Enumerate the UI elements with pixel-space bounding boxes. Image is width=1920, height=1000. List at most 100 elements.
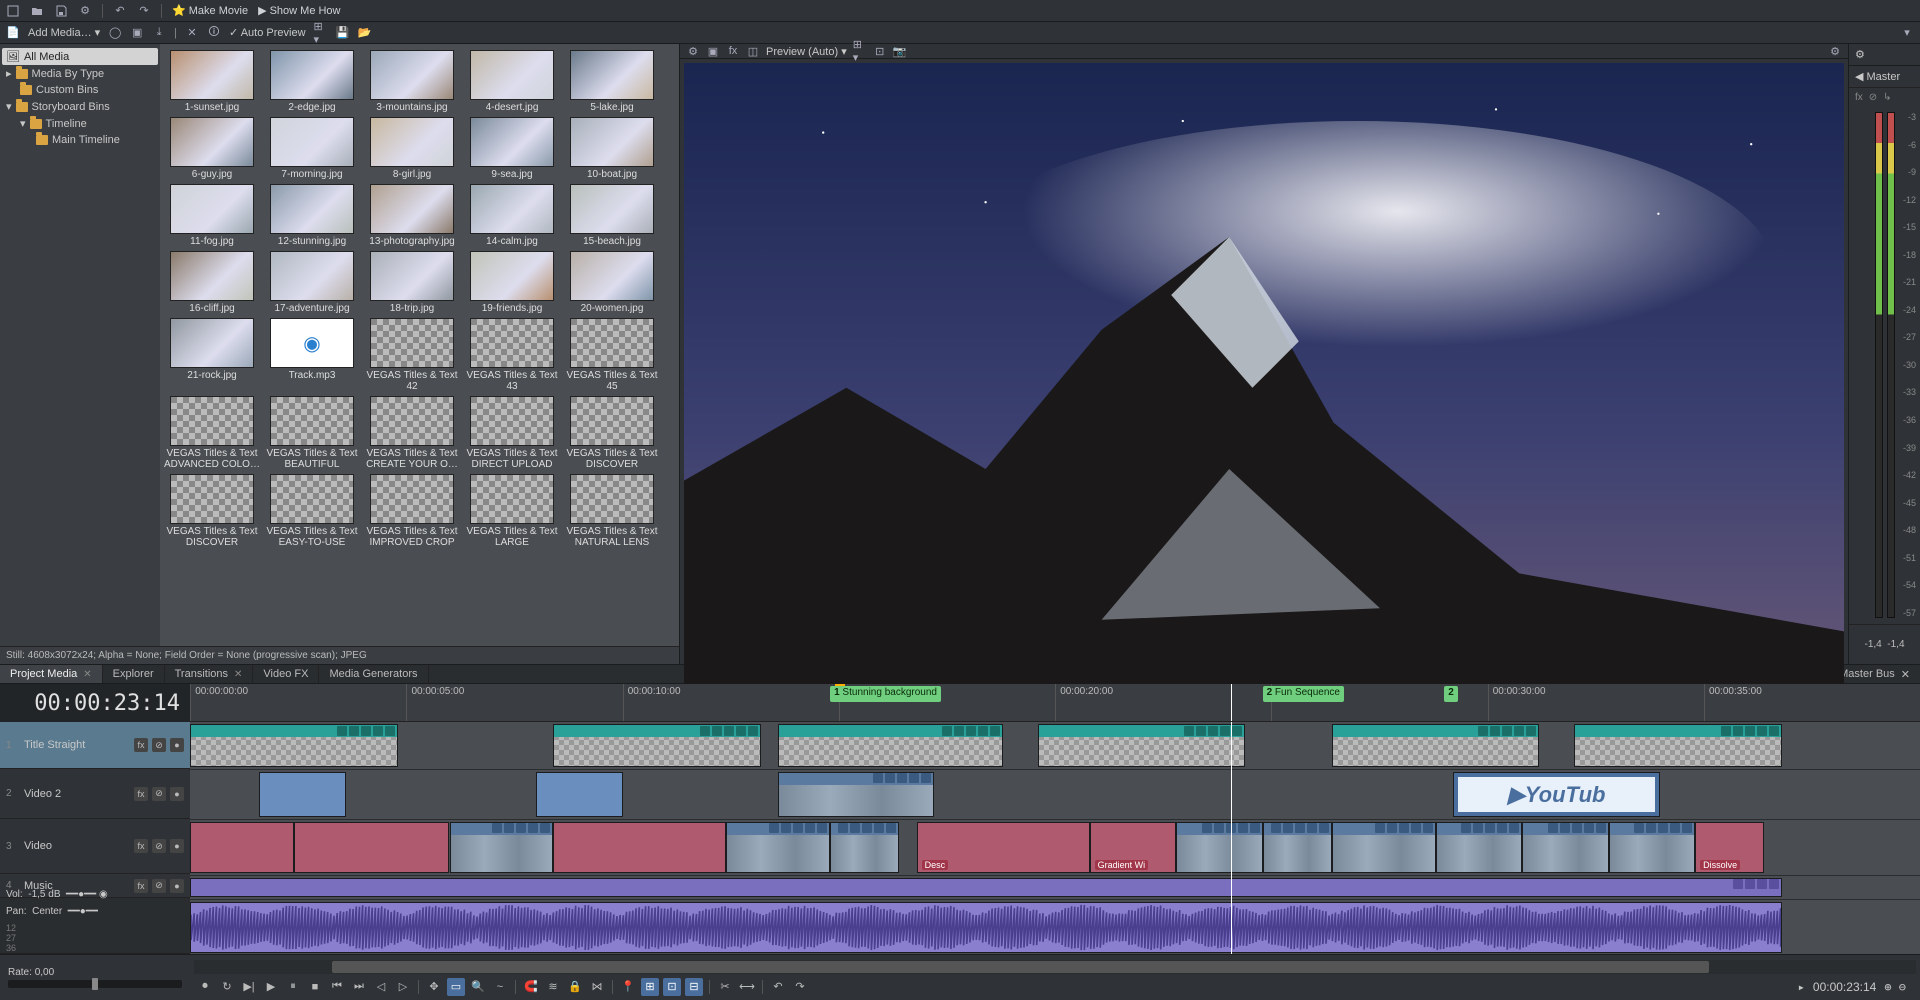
timeline-clip[interactable] [1176,822,1263,873]
media-thumbnail[interactable]: 2-edge.jpg [264,50,360,113]
capture-dv-icon[interactable]: ▣ [130,26,144,40]
track-fx-icon[interactable]: fx [134,787,148,801]
track-header-title[interactable]: 1Title Straight fx⊘● [0,722,190,769]
master-fx-icon[interactable]: fx [1855,92,1863,103]
master-meter[interactable]: -3-6-9-12-15-18-21-24-27-30-33-36-39-42-… [1849,106,1920,624]
loop-icon[interactable]: ↻ [218,978,236,996]
tree-all-media[interactable]: 🖼 All Media [2,48,158,65]
timeline-clip[interactable] [190,822,294,873]
timeline-clip[interactable] [450,822,554,873]
tree-main-timeline[interactable]: Main Timeline [2,132,158,148]
preview-quality-dropdown[interactable]: Preview (Auto) ▾ [766,45,847,58]
media-thumbnail[interactable]: 19-friends.jpg [464,251,560,314]
preview-external-icon[interactable]: ▣ [706,44,720,58]
tab-media-generators[interactable]: Media Generators [319,665,428,683]
timeline-clip[interactable]: ▶YouTub [1453,772,1661,817]
playhead[interactable] [1231,722,1232,954]
add-media-button[interactable]: Add Media… ▾ [28,26,100,39]
track-header-volpan[interactable]: Vol: -1,5 dB ━━●━━ ◉ Pan: Center ━━●━━ 1… [0,898,190,954]
tab-project-media[interactable]: Project Media✕ [0,665,103,683]
media-thumbnail[interactable]: 4-desert.jpg [464,50,560,113]
save-icon[interactable] [54,4,68,18]
show-me-how-button[interactable]: ▶ Show Me How [258,4,340,17]
snap-grid-icon[interactable]: ⊞ [641,978,659,996]
marker-icon[interactable]: 📍 [619,978,637,996]
undo-icon[interactable]: ↶ [113,4,127,18]
properties-icon[interactable]: 🛈 [207,26,221,40]
track-solo-icon[interactable]: ● [170,879,184,893]
timeline-clip[interactable] [778,724,1003,767]
timeline-audio-clip[interactable] [190,878,1782,897]
media-thumbnail[interactable]: 5-lake.jpg [564,50,660,113]
go-end-icon[interactable]: ⏭ [350,978,368,996]
media-thumbnail[interactable]: 3-mountains.jpg [364,50,460,113]
track-solo-icon[interactable]: ● [170,839,184,853]
media-thumbnail[interactable]: 18-trip.jpg [364,251,460,314]
timeline-clip[interactable] [1332,724,1540,767]
timeline-marker[interactable]: 2 [1444,686,1458,702]
record-icon[interactable]: ⏺ [196,978,214,996]
preview-snapshot-icon[interactable]: 📷 [893,44,907,58]
undo-icon[interactable]: ↶ [769,978,787,996]
auto-ripple-icon[interactable]: ≋ [544,978,562,996]
timeline-marker[interactable]: 2 Fun Sequence [1263,686,1344,702]
media-thumbnail[interactable]: VEGAS Titles & Text EASY-TO-USE VIG… [264,474,360,548]
tab-explorer[interactable]: Explorer [103,665,165,683]
media-thumbnail[interactable]: 13-photography.jpg [364,184,460,247]
track-fx-icon[interactable]: fx [134,879,148,893]
media-thumbnail[interactable]: 9-sea.jpg [464,117,560,180]
tree-media-by-type[interactable]: ▸ Media By Type [2,65,158,82]
trim-icon[interactable]: ⟷ [738,978,756,996]
media-thumbnail[interactable]: 21-rock.jpg [164,318,260,392]
tab-transitions[interactable]: Transitions✕ [165,665,254,683]
preview-overlay-icon[interactable]: ⊞ ▾ [853,44,867,58]
master-mute-icon[interactable]: ⊘ [1869,92,1877,103]
preview-gear-icon[interactable]: ⚙ [1828,44,1842,58]
timeline-waveform[interactable] [190,902,1782,953]
preview-scale-icon[interactable]: ⊡ [873,44,887,58]
track-mute-icon[interactable]: ⊘ [152,879,166,893]
timeline-clip[interactable] [778,772,934,817]
timeline-clip[interactable] [1574,724,1782,767]
snap-events-icon[interactable]: ⊟ [685,978,703,996]
play-icon[interactable]: ▶ [262,978,280,996]
timeline-clip[interactable]: Gradient Wi [1090,822,1177,873]
media-thumbnail[interactable]: VEGAS Titles & Text DIRECT UPLOAD TO [464,396,560,470]
preview-display[interactable] [684,63,1844,713]
timecode-display[interactable]: 00:00:23:14 [0,684,190,722]
media-thumbnail[interactable]: VEGAS Titles & Text DISCOVER CREATI… [564,396,660,470]
timeline-ruler[interactable]: 00:00:00:0000:00:05:0000:00:10:0000:00:1… [190,684,1920,722]
timeline-clip[interactable] [553,724,761,767]
media-thumbnail[interactable]: VEGAS Titles & Text BEAUTIFUL VIGNE… [264,396,360,470]
zoom-edit-icon[interactable]: 🔍 [469,978,487,996]
timeline-clip[interactable] [1332,822,1436,873]
preview-split-icon[interactable]: ◫ [746,44,760,58]
media-thumbnail[interactable]: VEGAS Titles & Text ADVANCED COLO… [164,396,260,470]
save-bins-icon[interactable]: 💾 [336,26,350,40]
tree-storyboard-bins[interactable]: ▾ Storyboard Bins [2,98,158,115]
track-fx-icon[interactable]: fx [134,839,148,853]
tree-timeline[interactable]: ▾ Timeline [2,115,158,132]
media-thumbnail[interactable]: ◉Track.mp3 [264,318,360,392]
timeline-clip[interactable] [1436,822,1523,873]
media-thumbnail[interactable]: 20-women.jpg [564,251,660,314]
timeline-clip[interactable] [259,772,346,817]
timeline-marker[interactable]: 1 Stunning background [830,686,941,702]
remove-icon[interactable]: ✕ [185,26,199,40]
media-thumbnail[interactable]: 1-sunset.jpg [164,50,260,113]
auto-crossfade-icon[interactable]: ⋈ [588,978,606,996]
stop-icon[interactable]: ■ [306,978,324,996]
master-settings-icon[interactable]: ⚙ [1855,48,1865,61]
go-start-icon[interactable]: ⏮ [328,978,346,996]
media-thumbnail[interactable]: 8-girl.jpg [364,117,460,180]
timeline-clip[interactable] [726,822,830,873]
track-header-video2[interactable]: 2Video 2 fx⊘● [0,769,190,818]
media-thumbnail[interactable]: 17-adventure.jpg [264,251,360,314]
tree-custom-bins[interactable]: Custom Bins [2,82,158,98]
selection-edit-icon[interactable]: ▭ [447,978,465,996]
track-lanes[interactable]: ▶YouTub DescGradient WiDissolve [190,722,1920,954]
media-thumbnail[interactable]: VEGAS Titles & Text CREATE YOUR O… [364,396,460,470]
capture-icon[interactable]: ◯ [108,26,122,40]
media-thumbnail[interactable]: 11-fog.jpg [164,184,260,247]
media-thumbnail[interactable]: 7-morning.jpg [264,117,360,180]
